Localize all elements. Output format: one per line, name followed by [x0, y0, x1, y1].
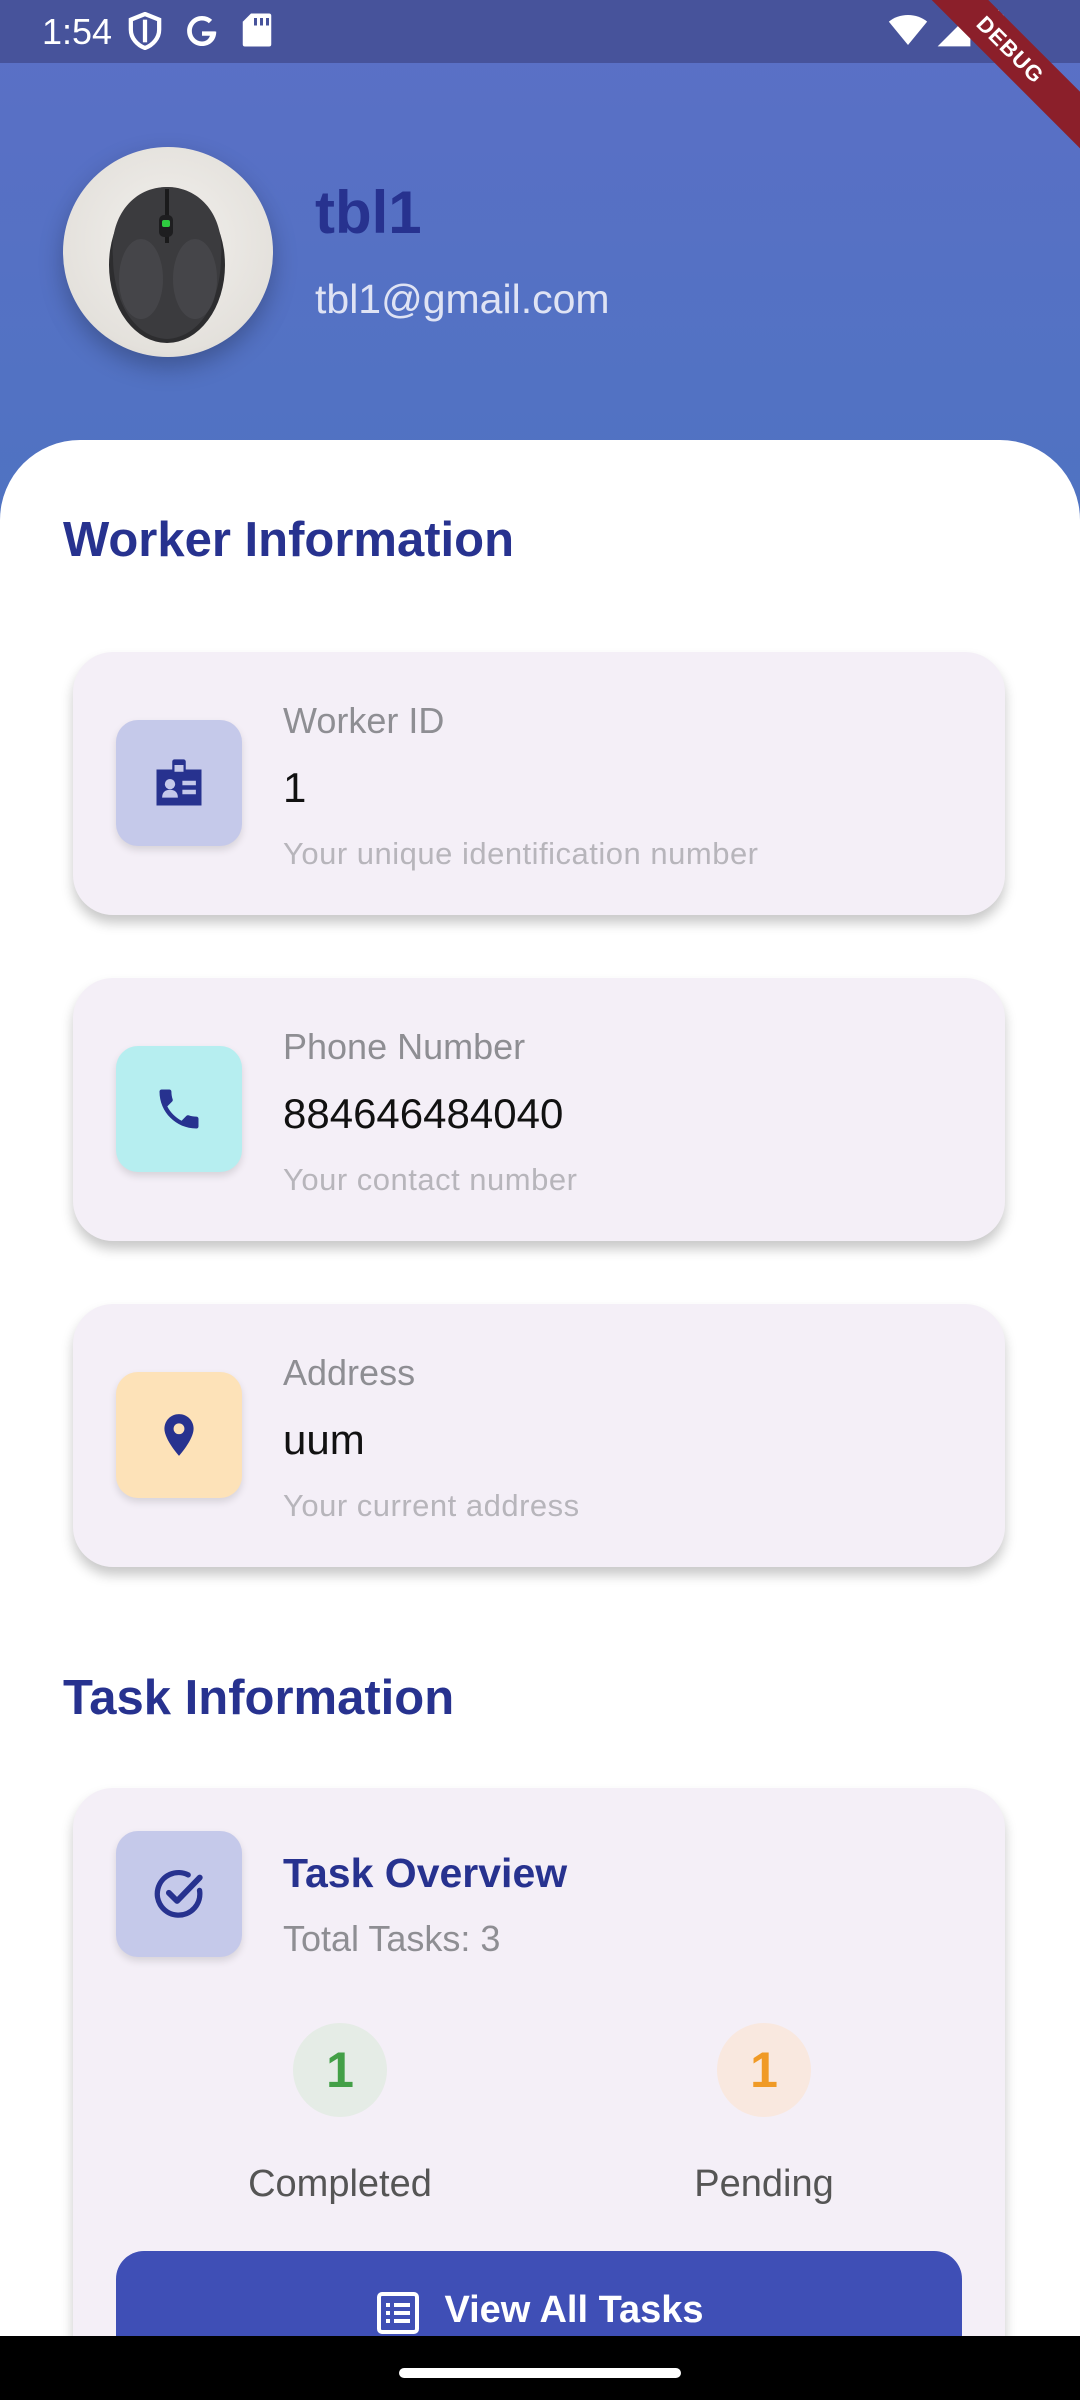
- wifi-icon: [888, 12, 928, 53]
- shield-icon: [128, 11, 162, 55]
- location-pin-icon: [116, 1372, 242, 1498]
- view-all-tasks-label: View All Tasks: [444, 2289, 704, 2331]
- status-bar: 1:54 DEBUG: [0, 0, 1080, 157]
- phone-number-hint: Your contact number: [283, 1162, 578, 1197]
- completed-label: Completed: [248, 2163, 432, 2205]
- profile-email: tbl1@gmail.com: [315, 276, 610, 322]
- phone-number-label: Phone Number: [283, 1026, 526, 1067]
- task-section-title: Task Information: [63, 1671, 455, 1725]
- task-overview-title: Task Overview: [283, 1850, 568, 1896]
- google-icon: [183, 12, 221, 55]
- task-overview-card: Task Overview Total Tasks: 3 1 Completed…: [73, 1788, 1005, 2400]
- address-card[interactable]: Address uum Your current address: [73, 1304, 1005, 1567]
- sd-card-icon: [242, 12, 272, 53]
- status-time: 1:54: [42, 11, 113, 52]
- worker-id-value: 1: [283, 764, 307, 811]
- home-gesture-handle[interactable]: [399, 2368, 681, 2378]
- badge-icon: [116, 720, 242, 846]
- address-label: Address: [283, 1352, 416, 1393]
- pending-label: Pending: [694, 2163, 834, 2205]
- worker-id-label: Worker ID: [283, 700, 445, 741]
- computer-mouse-photo: [109, 187, 225, 343]
- worker-id-card[interactable]: Worker ID 1 Your unique identification n…: [73, 652, 1005, 915]
- address-hint: Your current address: [283, 1488, 580, 1523]
- address-value: uum: [283, 1416, 365, 1463]
- check-circle-icon: [116, 1831, 242, 1957]
- worker-section-title: Worker Information: [63, 513, 515, 567]
- pending-count: 1: [717, 2023, 811, 2117]
- completed-count: 1: [293, 2023, 387, 2117]
- total-tasks: Total Tasks: 3: [283, 1918, 501, 1959]
- phone-icon: [116, 1046, 242, 1172]
- navigation-bar: [0, 2336, 1080, 2400]
- worker-id-hint: Your unique identification number: [283, 836, 759, 871]
- phone-number-card[interactable]: Phone Number 884646484040 Your contact n…: [73, 978, 1005, 1241]
- avatar[interactable]: [63, 147, 273, 357]
- phone-number-value: 884646484040: [283, 1090, 564, 1137]
- profile-name: tbl1: [315, 179, 422, 246]
